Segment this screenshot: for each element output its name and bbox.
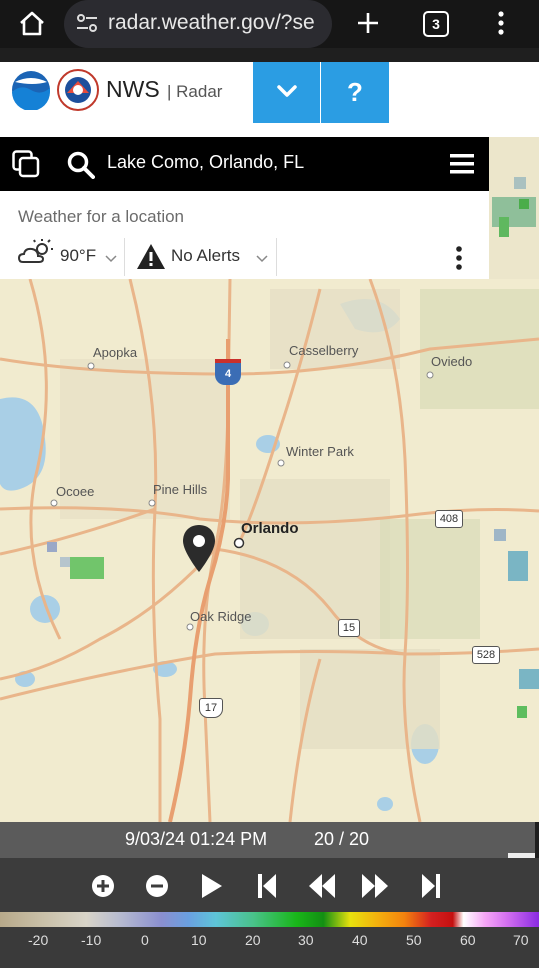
legend-tick: 20 (245, 932, 261, 948)
alerts-dropdown[interactable]: No Alerts (171, 246, 240, 266)
site-settings-icon[interactable] (76, 13, 98, 33)
home-icon[interactable] (18, 10, 46, 36)
place-oak-ridge: Oak Ridge (190, 609, 252, 624)
radar-map[interactable]: 4 408 15 528 17 Apopka Casselberry Ovied… (0, 279, 539, 822)
legend-tick: -10 (81, 932, 102, 948)
place-ocoee: Ocoee (56, 484, 95, 499)
place-oviedo: Oviedo (431, 354, 473, 369)
dropdown-button[interactable] (253, 62, 320, 123)
legend-tick: 70 (513, 932, 529, 948)
legend-tick: -20 (28, 932, 49, 948)
place-winter-park: Winter Park (286, 444, 354, 459)
frame-counter: 20 / 20 (314, 829, 370, 849)
search-icon[interactable] (67, 151, 95, 179)
timeline-bar (0, 822, 535, 858)
interstate-4-shield: 4 (215, 359, 241, 385)
location-pin-icon[interactable] (182, 524, 216, 574)
help-button[interactable]: ? (321, 62, 389, 123)
partly-cloudy-icon (17, 239, 53, 263)
legend-tick: 60 (460, 932, 476, 948)
noaa-logo (12, 71, 50, 110)
temperature-dropdown[interactable]: 90°F (60, 246, 96, 266)
place-orlando: Orlando (241, 520, 299, 537)
nws-logo (57, 69, 99, 111)
more-options-icon[interactable] (454, 245, 464, 271)
step-back-icon[interactable] (308, 873, 336, 899)
step-forward-icon[interactable] (361, 873, 389, 899)
legend-tick: 0 (141, 932, 149, 948)
tabs-icon[interactable]: 3 (423, 11, 449, 37)
zoom-in-icon[interactable] (91, 874, 115, 898)
warning-icon (137, 244, 165, 269)
place-apopka: Apopka (93, 345, 138, 360)
nws-subtitle: | Radar (167, 82, 223, 101)
legend-tick: 30 (298, 932, 314, 948)
map-edge-layer (489, 137, 539, 279)
route-15-shield: 15 (338, 619, 360, 637)
route-528-shield: 528 (472, 646, 500, 664)
nws-title: NWS (106, 76, 160, 102)
radar-map-edge[interactable] (489, 137, 539, 279)
timestamp: 9/03/24 01:24 PM (125, 829, 268, 849)
divider (276, 238, 277, 276)
chevron-down-icon (277, 85, 297, 97)
weather-heading: Weather for a location (18, 207, 184, 226)
place-casselberry: Casselberry (289, 343, 359, 358)
play-icon[interactable] (200, 873, 224, 899)
help-icon: ? (347, 77, 363, 107)
legend-tick: 10 (191, 932, 207, 948)
route-17-shield: 17 (199, 698, 223, 718)
color-scale (0, 912, 539, 927)
legend-tick: 40 (352, 932, 368, 948)
url-text[interactable]: radar.weather.gov/?se (108, 11, 323, 35)
new-tab-icon[interactable] (356, 11, 380, 35)
search-input[interactable]: Lake Como, Orlando, FL (107, 152, 304, 173)
chevron-down-icon (256, 255, 268, 263)
hamburger-menu-icon[interactable] (450, 153, 474, 175)
skip-to-end-icon[interactable] (420, 873, 442, 899)
place-pine-hills: Pine Hills (153, 482, 208, 497)
zoom-out-icon[interactable] (145, 874, 169, 898)
skip-to-start-icon[interactable] (256, 873, 278, 899)
chevron-down-icon (105, 255, 117, 263)
route-408-shield: 408 (435, 510, 463, 528)
menu-icon[interactable] (494, 10, 508, 36)
legend-tick: 50 (406, 932, 422, 948)
layers-icon[interactable] (12, 150, 40, 178)
divider (124, 238, 125, 276)
